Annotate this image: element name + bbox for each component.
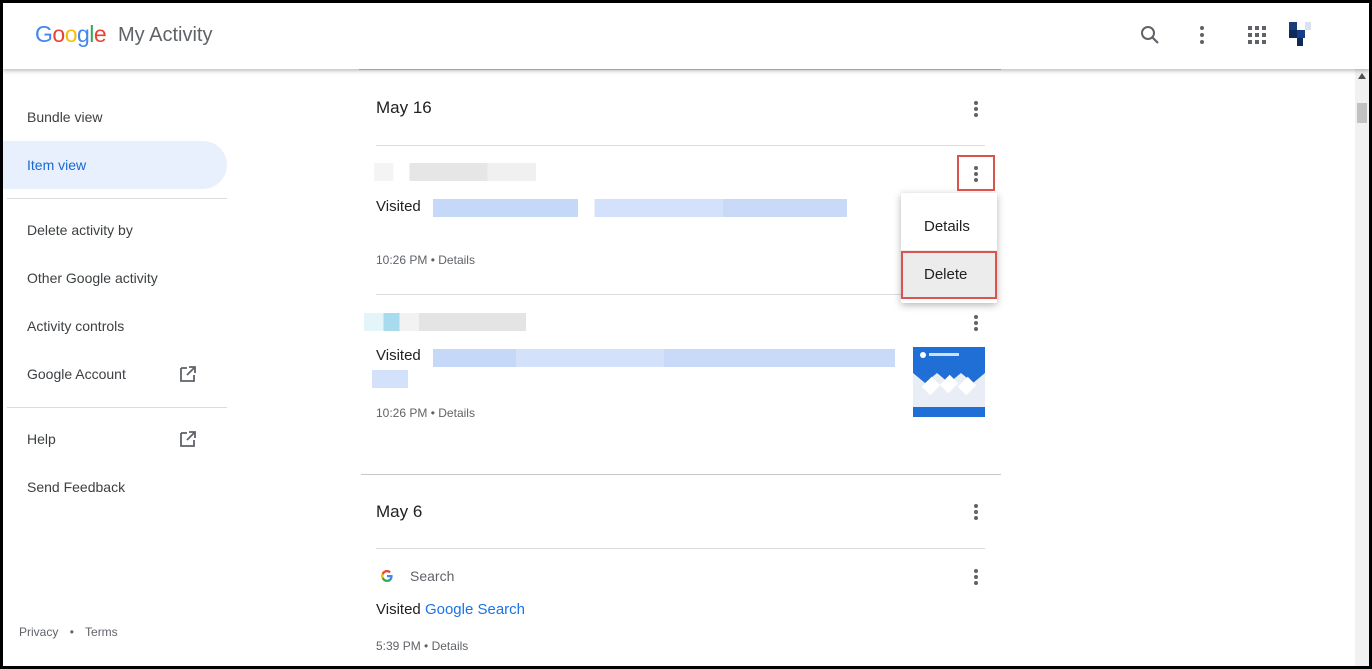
open-in-new-icon xyxy=(180,366,196,382)
divider xyxy=(376,294,918,295)
sidebar-item-other-google-activity[interactable]: Other Google activity xyxy=(3,254,227,302)
sidebar-item-item-view[interactable]: Item view xyxy=(3,141,227,189)
sidebar-item-google-account[interactable]: Google Account xyxy=(3,350,227,398)
redacted-source xyxy=(374,163,536,181)
meta-separator: • xyxy=(430,406,435,420)
sidebar-item-label: Delete activity by xyxy=(27,222,133,238)
sidebar-item-activity-controls[interactable]: Activity controls xyxy=(3,302,227,350)
redacted-source xyxy=(364,313,526,331)
browser-frame: Google My Activity Bundle view Item view… xyxy=(0,0,1372,669)
card-border xyxy=(359,69,1001,70)
details-link[interactable]: Details xyxy=(438,406,475,420)
sidebar-item-send-feedback[interactable]: Send Feedback xyxy=(3,463,227,511)
sidebar-item-bundle-view[interactable]: Bundle view xyxy=(3,93,227,141)
meta-separator: • xyxy=(424,639,429,653)
footer-links: Privacy • Terms xyxy=(19,625,126,639)
google-g-icon xyxy=(380,569,394,583)
search-icon[interactable] xyxy=(1137,22,1163,48)
sidebar-item-help[interactable]: Help xyxy=(3,415,227,463)
sidebar-divider xyxy=(7,407,227,408)
item-more-vert-icon[interactable] xyxy=(964,162,988,186)
meta-separator: • xyxy=(430,253,435,267)
scrollbar[interactable] xyxy=(1355,69,1369,666)
source-label: Search xyxy=(410,568,455,584)
divider xyxy=(376,145,985,146)
google-search-link[interactable]: Google Search xyxy=(425,601,525,618)
day-more-vert-icon[interactable] xyxy=(964,97,988,121)
sidebar-item-label: Bundle view xyxy=(27,109,103,125)
app-title: My Activity xyxy=(118,24,213,46)
open-in-new-icon xyxy=(180,431,196,447)
privacy-link[interactable]: Privacy xyxy=(19,625,58,639)
sidebar-item-label: Google Account xyxy=(27,366,126,382)
more-vert-icon[interactable] xyxy=(1189,22,1215,48)
redacted-link[interactable] xyxy=(372,370,408,388)
menu-item-label: Delete xyxy=(924,265,968,283)
apps-grid-icon[interactable] xyxy=(1244,22,1270,48)
activity-list: May 16 Visited 10:26 PM • Details Visite… xyxy=(359,69,1001,666)
item-context-menu: Details Delete xyxy=(901,193,997,303)
menu-item-delete[interactable]: Delete xyxy=(901,250,997,298)
sidebar-divider xyxy=(7,198,227,199)
timestamp: 5:39 PM xyxy=(376,639,421,653)
sidebar-item-label: Item view xyxy=(27,157,87,173)
divider xyxy=(376,548,985,549)
scroll-up-icon[interactable] xyxy=(1358,73,1366,79)
menu-item-label: Details xyxy=(924,217,970,235)
scrollbar-thumb[interactable] xyxy=(1357,103,1367,123)
item-more-vert-icon[interactable] xyxy=(964,565,988,589)
details-link[interactable]: Details xyxy=(438,253,475,267)
sidebar-item-label: Send Feedback xyxy=(27,479,126,495)
sidebar: Bundle view Item view Delete activity by… xyxy=(3,69,233,666)
timestamp: 10:26 PM xyxy=(376,253,428,267)
visited-label: Visited xyxy=(376,601,421,618)
redacted-link[interactable] xyxy=(433,349,895,367)
terms-link[interactable]: Terms xyxy=(85,625,118,639)
details-link[interactable]: Details xyxy=(432,639,469,653)
sidebar-item-label: Activity controls xyxy=(27,318,125,334)
visited-line: Visited Google Search xyxy=(376,601,525,618)
redacted-link[interactable] xyxy=(433,199,847,217)
timestamp: 10:26 PM xyxy=(376,406,428,420)
day-title: May 6 xyxy=(376,502,423,521)
item-more-vert-icon[interactable] xyxy=(964,311,988,335)
page-thumbnail[interactable] xyxy=(913,347,985,417)
avatar[interactable] xyxy=(1285,20,1313,48)
sidebar-item-delete-activity-by[interactable]: Delete activity by xyxy=(3,206,227,254)
footer-separator: • xyxy=(69,625,74,639)
item-meta: 5:39 PM • Details xyxy=(376,639,468,653)
google-logo[interactable]: Google xyxy=(35,21,107,48)
card-border xyxy=(361,474,1001,475)
visited-label: Visited xyxy=(376,347,421,364)
sidebar-item-label: Other Google activity xyxy=(27,270,158,286)
item-meta: 10:26 PM • Details xyxy=(376,253,475,267)
item-meta: 10:26 PM • Details xyxy=(376,406,475,420)
day-more-vert-icon[interactable] xyxy=(964,500,988,524)
app-header: Google My Activity xyxy=(3,3,1369,69)
visited-label: Visited xyxy=(376,198,421,215)
menu-item-details[interactable]: Details xyxy=(901,202,997,250)
sidebar-item-label: Help xyxy=(27,431,56,447)
day-title: May 16 xyxy=(376,98,432,117)
